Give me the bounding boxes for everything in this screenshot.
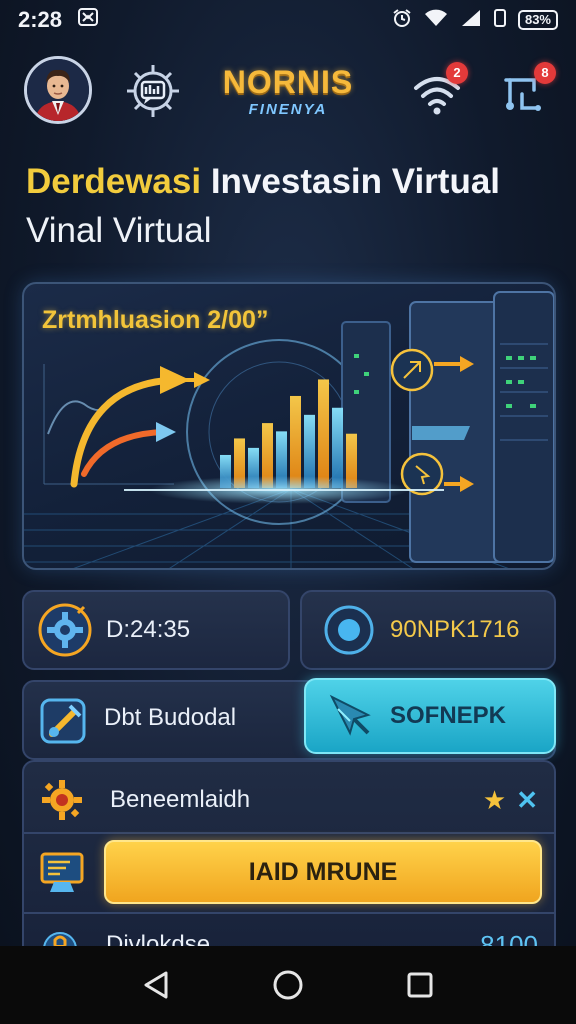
app-notification-icon [78, 8, 99, 32]
list-divider [24, 912, 554, 914]
app-screen: 2:28 83% NORNIS FINENYA 2 8 Derdewasi In… [0, 0, 576, 1024]
sofnepk-button-label: SOFNEPK [390, 702, 507, 729]
brand-logo: NORNIS FINENYA [200, 64, 376, 118]
page-subheadline: Vinal Virtual [26, 211, 212, 250]
battery-indicator: 83% [517, 10, 558, 30]
recents-icon [407, 972, 433, 998]
list-divider [24, 832, 554, 834]
code-tile[interactable]: 90NPK1716 [300, 590, 556, 670]
iaid-mrune-button[interactable]: IAID MRUNE [104, 840, 542, 904]
action-row-label: Dbt Budodal [104, 704, 237, 731]
timer-tile[interactable]: D:24:35 [22, 590, 290, 670]
banner-bar [318, 379, 329, 488]
status-bar: 2:28 83% [0, 0, 576, 40]
recents-button[interactable] [400, 965, 440, 1005]
gear-icon [38, 603, 92, 657]
gear-bug-icon [40, 778, 84, 822]
back-icon [144, 971, 168, 999]
banner-title: Zrtmhluasion 2/00” [42, 306, 269, 334]
monitor-icon [40, 852, 86, 894]
headline-text: Investasin Virtual [210, 162, 501, 201]
pointer-icon [324, 689, 378, 743]
brand-subtitle: FINENYA [248, 101, 328, 118]
star-icon[interactable]: ★ [483, 785, 506, 816]
avatar[interactable] [24, 56, 92, 124]
status-icons: 83% [392, 8, 558, 33]
status-time: 2:28 [18, 7, 63, 32]
signal-icon [460, 8, 482, 33]
settings-chat-icon[interactable] [122, 60, 184, 122]
route-button[interactable]: 8 [500, 62, 556, 118]
circle-icon [322, 603, 376, 657]
list-panel: Beneemlaidh ★ ✕ IAID MRUNE Divlokdse 810… [22, 760, 556, 960]
banner-bar [332, 407, 343, 488]
brand-name: NORNIS [222, 64, 354, 100]
home-icon [273, 970, 303, 1000]
timer-value: D:24:35 [106, 616, 191, 643]
banner-bar [290, 395, 301, 488]
system-nav-bar [0, 946, 576, 1024]
wifi-button[interactable]: 2 [412, 62, 470, 118]
sim-icon [493, 8, 506, 33]
close-icon[interactable]: ✕ [516, 785, 538, 816]
route-notification-badge: 8 [534, 62, 556, 84]
page-headline: Derdewasi Investasin Virtual [26, 160, 556, 204]
list-item-label: Beneemlaidh [110, 786, 251, 813]
hero-banner[interactable]: Zrtmhluasion 2/00” [22, 282, 556, 570]
home-button[interactable] [268, 965, 308, 1005]
wifi-notification-badge: 2 [446, 62, 468, 84]
app-header: NORNIS FINENYA 2 8 [0, 44, 576, 136]
back-button[interactable] [136, 965, 176, 1005]
code-value: 90NPK1716 [390, 616, 520, 643]
headline-accent: Derdewasi [26, 162, 202, 201]
edit-tool-icon [38, 694, 92, 748]
sofnepk-button[interactable]: SOFNEPK [304, 678, 556, 754]
wifi-status-icon [424, 8, 448, 33]
alarm-icon [392, 8, 412, 33]
banner-bar-chart [220, 379, 357, 488]
list-item[interactable]: Beneemlaidh ★ ✕ [24, 770, 554, 830]
banner-cursor-badge [400, 452, 444, 496]
